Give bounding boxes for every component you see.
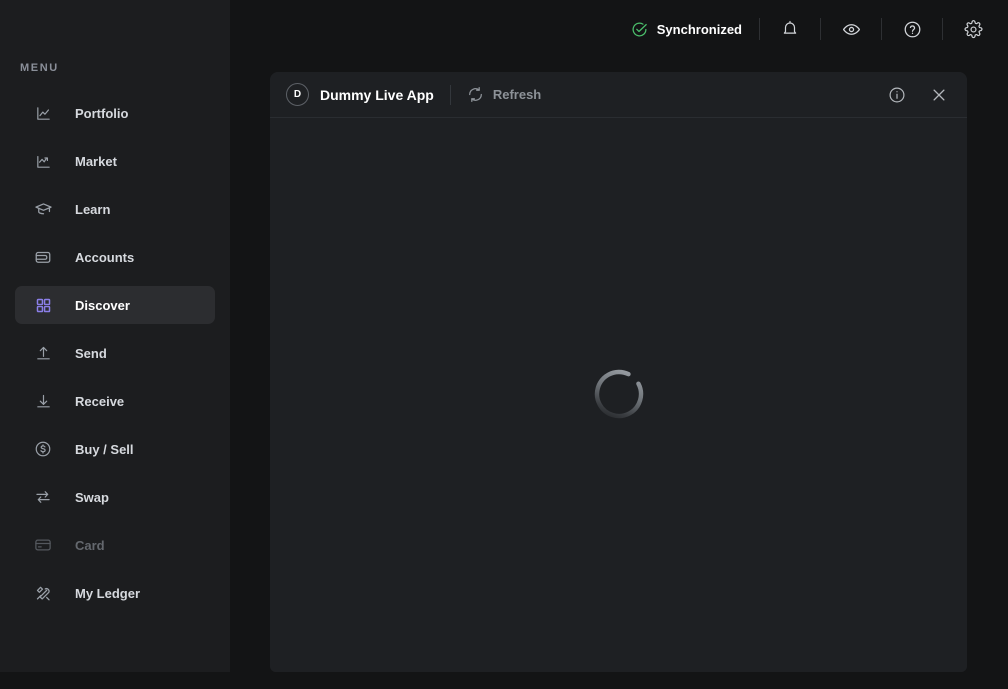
bell-icon: [781, 20, 799, 38]
help-button[interactable]: [899, 16, 925, 42]
sidebar-item-receive[interactable]: Receive: [15, 382, 215, 420]
discreet-mode-button[interactable]: [838, 16, 864, 42]
main-content: Synchronized D Dummy Live App Refresh: [230, 0, 1008, 689]
swap-arrows-icon: [33, 487, 53, 507]
check-circle-icon: [631, 21, 648, 38]
sidebar-item-swap[interactable]: Swap: [15, 478, 215, 516]
sidebar-item-discover[interactable]: Discover: [15, 286, 215, 324]
sidebar-item-portfolio[interactable]: Portfolio: [15, 94, 215, 132]
sidebar-item-send[interactable]: Send: [15, 334, 215, 372]
sidebar-item-accounts[interactable]: Accounts: [15, 238, 215, 276]
sidebar-item-label: Card: [75, 537, 105, 553]
arrow-down-icon: [33, 391, 53, 411]
live-app-panel: D Dummy Live App Refresh: [270, 72, 967, 672]
close-icon: [930, 86, 948, 104]
arrow-up-tray-icon: [33, 343, 53, 363]
sidebar-item-label: Receive: [75, 393, 125, 409]
sidebar-item-card[interactable]: Card: [15, 526, 215, 564]
refresh-button[interactable]: Refresh: [467, 86, 541, 103]
refresh-icon: [467, 86, 484, 103]
gear-icon: [964, 19, 983, 39]
eye-icon: [842, 20, 861, 39]
loading-spinner: Loading: [592, 367, 646, 421]
app-avatar: D: [286, 83, 309, 106]
sidebar-item-label: Accounts: [75, 249, 135, 265]
sidebar-item-buy-sell[interactable]: Buy / Sell: [15, 430, 215, 468]
topbar: Synchronized: [631, 0, 1008, 58]
sidebar-item-label: Send: [75, 345, 107, 361]
header-divider: [449, 84, 451, 105]
sidebar-item-label: Discover: [75, 297, 130, 313]
tools-icon: [33, 583, 53, 603]
sidebar-item-label: Buy / Sell: [75, 441, 134, 457]
graduation-cap-icon: [33, 199, 53, 219]
sidebar-item-label: My Ledger: [75, 585, 141, 601]
refresh-label: Refresh: [492, 87, 542, 102]
sidebar-section-label: MENU: [20, 62, 59, 74]
notifications-button[interactable]: [777, 16, 803, 42]
question-circle-icon: [903, 20, 922, 39]
live-app-header: D Dummy Live App Refresh: [270, 72, 967, 118]
app-root: MENU Portfolio Market Learn Accounts Dis…: [0, 0, 1008, 689]
trending-up-icon: [33, 151, 53, 171]
sidebar-item-label: Market: [75, 153, 117, 169]
dollar-circle-icon: [33, 439, 53, 459]
settings-button[interactable]: [960, 16, 986, 42]
sidebar-item-label: Portfolio: [75, 105, 129, 121]
sidebar: MENU Portfolio Market Learn Accounts Dis…: [0, 0, 230, 672]
sidebar-nav-list: Portfolio Market Learn Accounts Discover…: [0, 94, 230, 612]
line-chart-icon: [33, 103, 53, 123]
grid-squares-icon: [33, 295, 53, 315]
sync-status-label: Synchronized: [656, 21, 742, 37]
sidebar-item-learn[interactable]: Learn: [15, 190, 215, 228]
info-button[interactable]: [884, 82, 910, 108]
live-app-body: Loading: [270, 118, 967, 672]
topbar-divider: [759, 18, 760, 40]
loading-label: Loading: [592, 421, 593, 422]
live-app-title: Dummy Live App: [320, 86, 434, 103]
credit-card-icon: [33, 535, 53, 555]
close-button[interactable]: [926, 82, 952, 108]
info-circle-icon: [888, 86, 906, 104]
sidebar-item-label: Swap: [75, 489, 109, 505]
sidebar-item-label: Learn: [75, 201, 111, 217]
topbar-divider: [881, 18, 882, 40]
topbar-divider: [942, 18, 943, 40]
sidebar-item-market[interactable]: Market: [15, 142, 215, 180]
sidebar-item-my-ledger[interactable]: My Ledger: [15, 574, 215, 612]
wallet-icon: [33, 247, 53, 267]
sync-status-indicator[interactable]: Synchronized: [631, 21, 742, 38]
topbar-divider: [820, 18, 821, 40]
